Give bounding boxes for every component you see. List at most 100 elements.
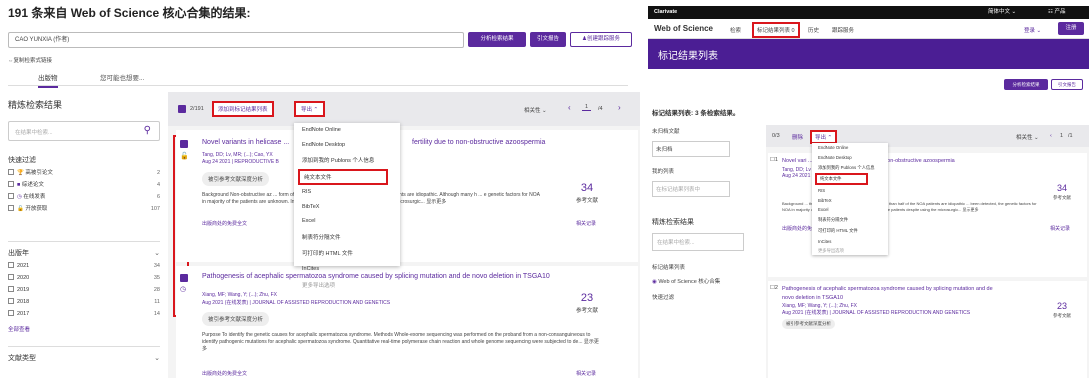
db-title: 标记结果列表 [652,265,686,271]
menu-item[interactable]: BibTeX [812,195,888,205]
related-records-link[interactable]: 相关记录 [576,220,596,227]
cited-ref-analysis-button[interactable]: 被引参考文献深度分析 [202,172,270,186]
menu-item[interactable]: EndNote Desktop [294,138,400,153]
reference-count[interactable]: 34 [572,182,602,194]
menu-item[interactable]: EndNote Online [812,143,888,153]
analyze-results-button[interactable]: 分析检索结果 [1004,79,1048,90]
result-source[interactable]: Aug 2021 (在线发表) | JOURNAL OF ASSISTED RE… [782,309,970,316]
menu-item[interactable]: 添加到我的 Publons 个人信息 [812,163,888,174]
export-button[interactable]: 导出 ⌃ [810,130,838,144]
list-search-input[interactable]: 在标记结果列表中 [652,181,730,197]
menu-item[interactable]: BibTeX [294,199,400,214]
free-fulltext-link[interactable]: 出版商处的免费全文 [202,370,247,377]
menu-item[interactable]: RIS [812,185,888,195]
register-button[interactable]: 注册 [1058,22,1084,35]
tab-publications[interactable]: 出版物 [38,72,58,88]
free-fulltext-link[interactable]: 出版商处的免费全文 [202,220,247,227]
page-total: /4 [598,106,603,112]
menu-item[interactable]: 更多导出选项 [812,246,888,257]
result-authors[interactable]: Xiang, MF; Wang, Y; (...); Zhu, FX [202,292,277,298]
see-all-link[interactable]: 全部查看 [8,324,160,336]
menu-item[interactable]: Excel [812,205,888,215]
menu-item[interactable]: Excel [294,214,400,229]
year-item[interactable]: 2018 11 [8,296,160,308]
create-alert-button[interactable]: ♟创建跟踪服务 [570,32,632,47]
result-title-tail[interactable]: fertility due to non-obstructive azoospe… [412,138,545,147]
citation-report-button[interactable]: 引文报告 [530,32,566,47]
refine-search-input[interactable]: 在结果中检索... [652,233,744,251]
year-item[interactable]: 2017 14 [8,308,160,320]
result-checkbox[interactable]: ☐2 [770,285,778,291]
menu-item[interactable]: 添加到我的 Publons 个人信息 [294,152,400,169]
products-menu[interactable]: ☷ 产品 [1048,6,1065,19]
related-records-link[interactable]: 相关记录 [576,370,596,377]
cited-ref-analysis-button[interactable]: 被引参考文献深度分析 [202,312,270,326]
result-authors[interactable]: Tang, DD; Lv, MR; (...); Cao, YX [202,152,273,158]
search-icon[interactable]: ⚲ [144,125,151,136]
wos-logo[interactable]: Web of Science [654,24,713,33]
nav-search[interactable]: 检索 [730,26,741,34]
year-item[interactable]: 2021 34 [8,260,160,272]
language-select[interactable]: 简体中文 ⌄ [988,6,1016,19]
result-item: 🔓 Novel variants in helicase ... fertili… [176,130,638,262]
menu-item[interactable]: 可打印的 HTML 文件 [812,225,888,236]
result-checkbox[interactable]: ☐1 [770,157,778,163]
menu-item[interactable]: InCites [812,236,888,246]
next-page-icon[interactable]: › [618,103,621,112]
reference-count[interactable]: 34 [1050,183,1074,193]
filter-item[interactable]: 🏆 高被引论文 2 [8,167,160,179]
result-title[interactable]: Novel variants in helicase ... [202,138,302,147]
refine-search-input[interactable]: 在结果中检索... ⚲ [8,121,160,141]
result-source[interactable]: Aug 2021 (在线发表) | JOURNAL OF ASSISTED RE… [202,299,390,306]
citation-report-button[interactable]: 引文报告 [1051,79,1083,90]
result-checkbox[interactable] [180,274,188,282]
menu-item[interactable]: EndNote Online [294,123,400,138]
reference-label: 参考文献 [1053,313,1071,318]
export-button[interactable]: 导出 ⌃ [294,101,326,117]
prev-page-icon[interactable]: ‹ [568,103,571,112]
sort-select[interactable]: 相关性 ⌄ [524,106,547,114]
result-source[interactable]: Aug 24 2021 | REPRODUCTIVE B [202,159,279,165]
add-to-marked-list-button[interactable]: 添加到标记结果列表 [212,101,274,117]
menu-item[interactable]: 制表符分隔文件 [812,215,888,226]
menu-item[interactable]: InCites [294,262,400,277]
menu-item[interactable]: 制表符分隔文件 [294,229,400,246]
search-query-box[interactable]: CAO YUNXIA (作者) [8,32,464,48]
year-item[interactable]: 2020 35 [8,272,160,284]
page-input[interactable]: 1 [582,104,592,111]
copy-query-link[interactable]: ⇔复制检索式链接 [8,56,52,64]
filter-item[interactable]: 🔓 开放获取 107 [8,203,160,215]
menu-item[interactable]: RIS [294,185,400,200]
year-filter-title[interactable]: 出版年 ⌄ [8,241,160,260]
folder-select[interactable]: 未归档 [652,141,730,157]
search-chip[interactable]: CAO YUNXIA (作者) [15,37,69,43]
result-checkbox[interactable] [180,140,188,148]
cited-ref-analysis-button[interactable]: 被引参考文献深度分析 [782,319,835,329]
page-input[interactable]: 1 [1060,133,1063,139]
nav-alerts[interactable]: 跟踪服务 [832,26,854,34]
delete-button[interactable]: 删除 [792,133,803,141]
select-all-checkbox[interactable] [178,105,186,113]
filter-item[interactable]: ◷ 在线发表 6 [8,191,160,203]
filter-item[interactable]: ■ 综述论文 4 [8,179,160,191]
menu-item[interactable]: 更多导出选项 [294,276,400,293]
reference-count[interactable]: 23 [572,292,602,304]
year-item[interactable]: 2019 28 [8,284,160,296]
tab-you-may-like[interactable]: 您可能也想要... [100,72,144,82]
db-option[interactable]: ◉ Web of Science 核心合集 [652,277,752,285]
doctype-filter-title[interactable]: 文献类型 ⌄ [8,346,160,365]
sort-select[interactable]: 相关性 ⌄ [1016,133,1039,141]
prev-page-icon[interactable]: ‹ [1050,133,1052,139]
analyze-results-button[interactable]: 分析检索结果 [468,32,526,47]
menu-item[interactable]: EndNote Desktop [812,153,888,163]
nav-marked-list[interactable]: 标记结果列表 0 [752,22,800,38]
menu-item[interactable]: 可打印的 HTML 文件 [294,245,400,262]
login-button[interactable]: 登录 ⌄ [1024,26,1041,34]
result-title[interactable]: Pathogenesis of acephalic spermatozoa sy… [782,285,1002,303]
reference-count[interactable]: 23 [1050,301,1074,311]
menu-item-plain-text[interactable]: 纯文本文件 [815,173,868,186]
menu-item-plain-text[interactable]: 纯文本文件 [298,168,388,185]
chevron-down-icon[interactable]: ⌄ [154,248,160,260]
related-records-link[interactable]: 相关记录 [1050,225,1070,232]
nav-history[interactable]: 历史 [808,26,819,34]
